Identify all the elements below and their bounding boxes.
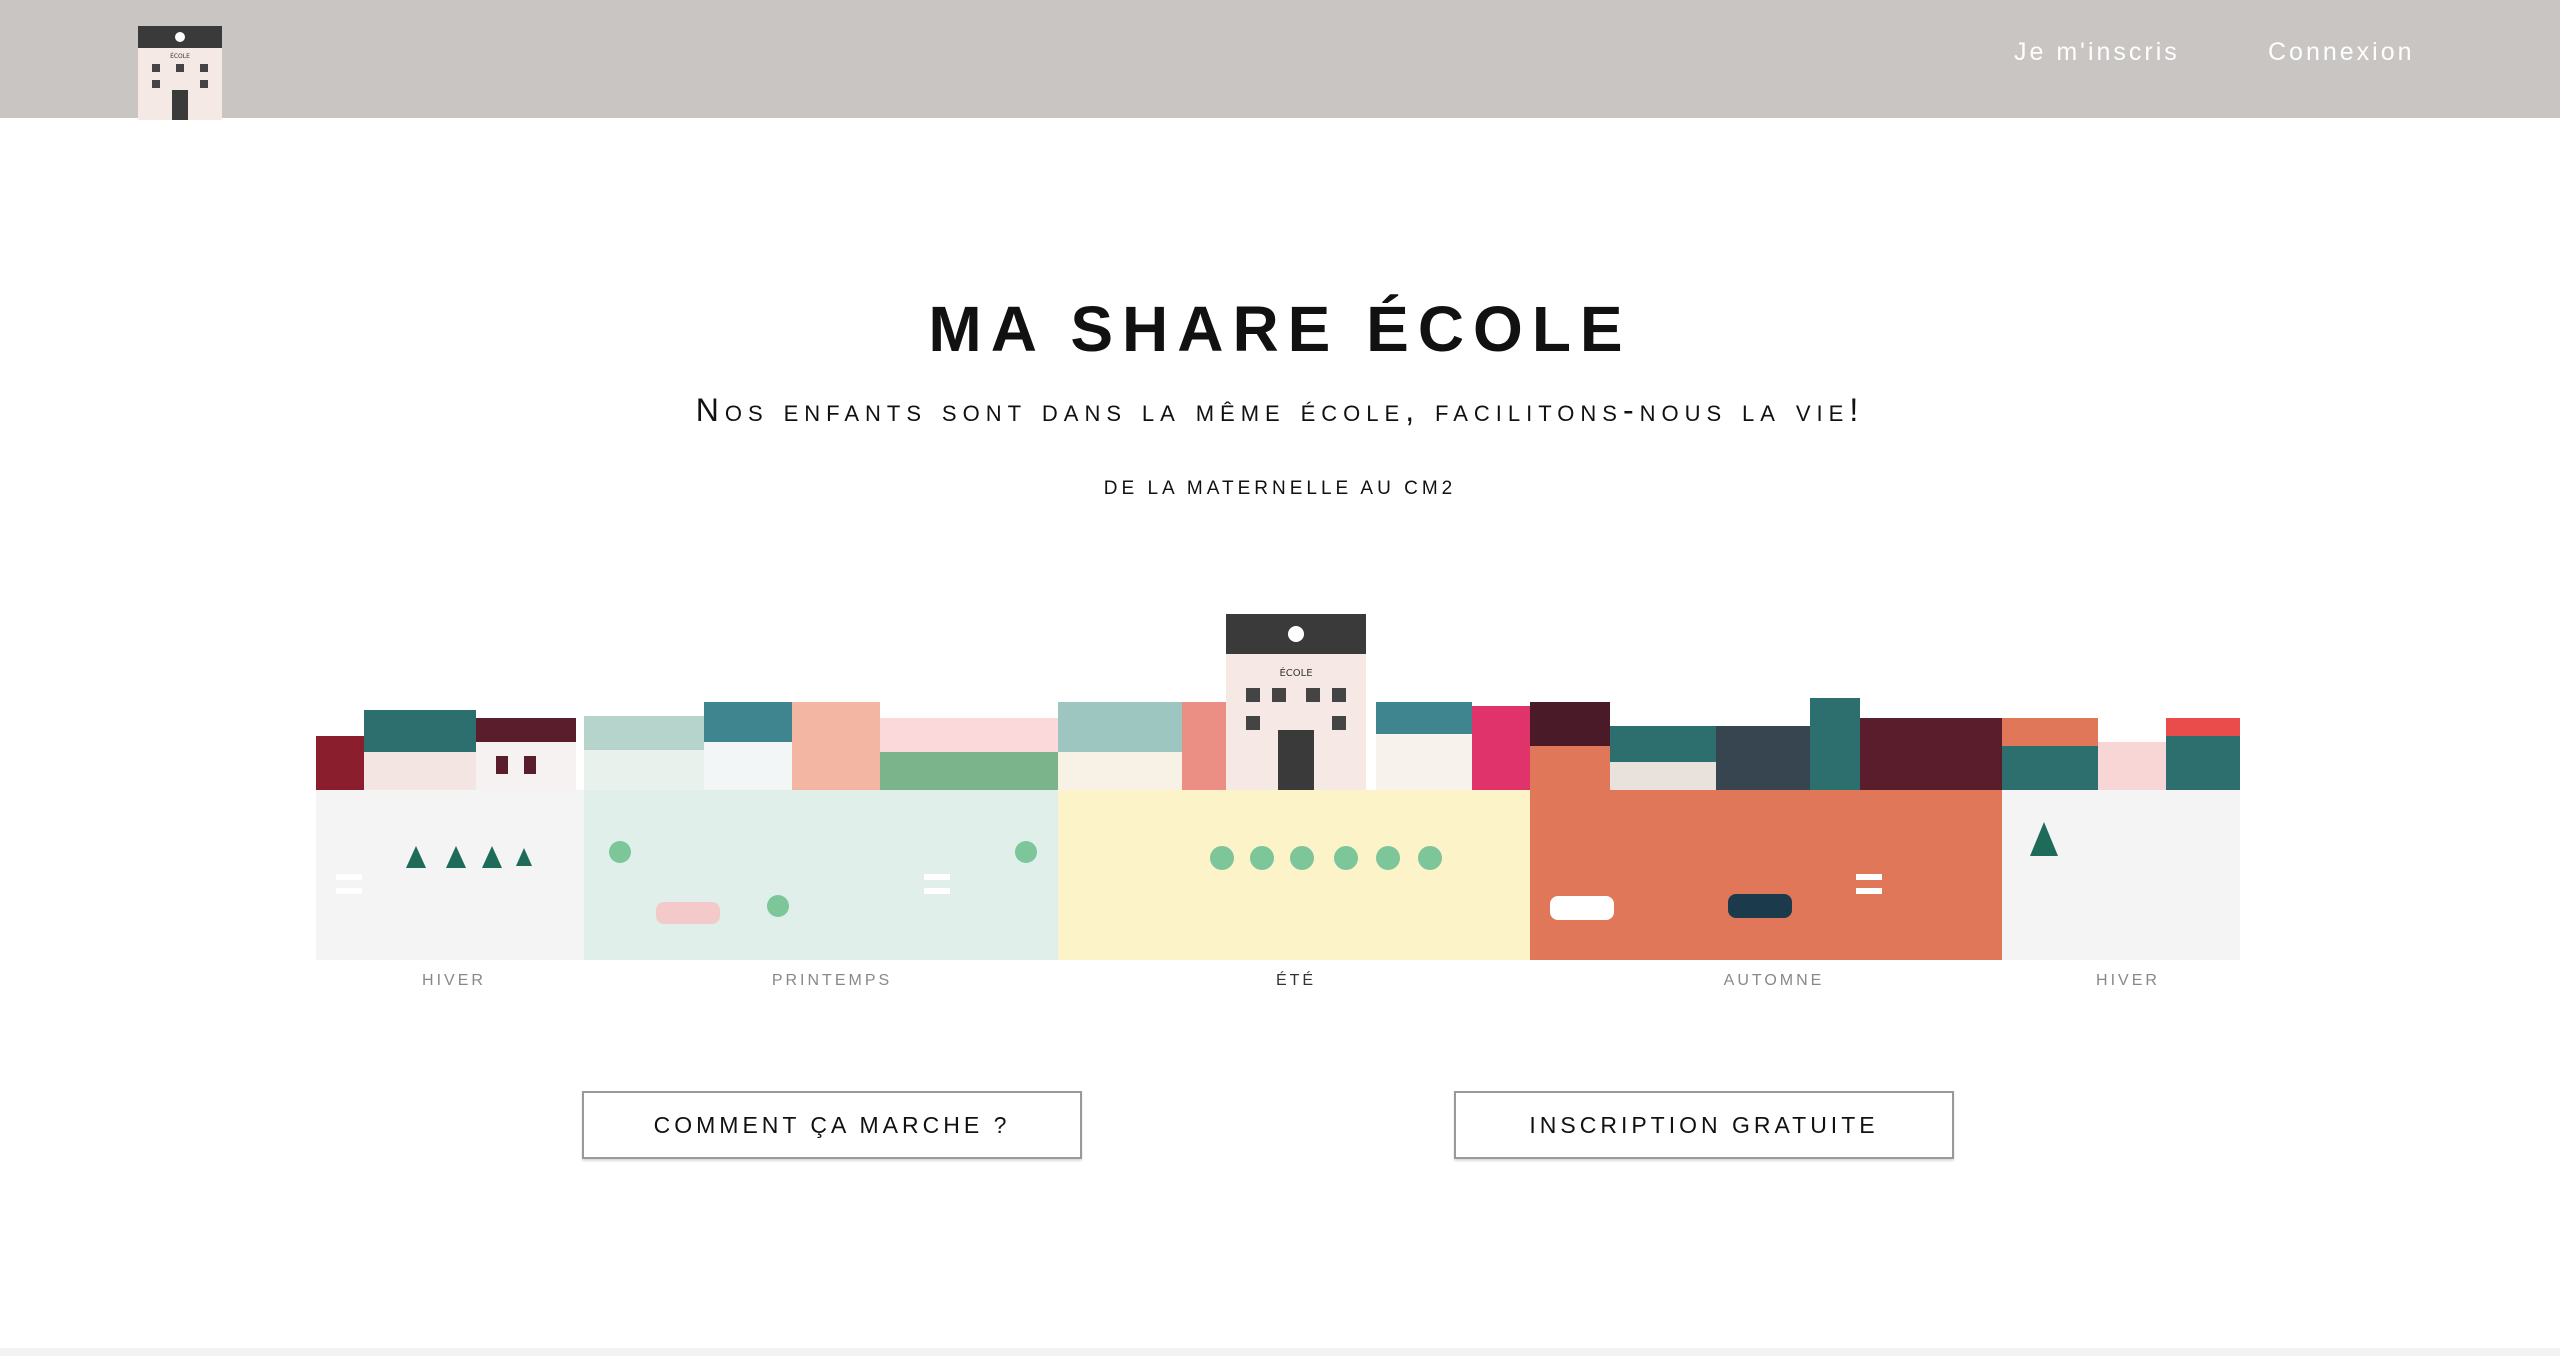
spring-buildings (584, 702, 1058, 790)
summer-buildings: ÉCOLE (1058, 614, 1530, 790)
free-signup-button[interactable]: INSCRIPTION GRATUITE (1454, 1091, 1954, 1159)
seasons-street-illustration: ÉCOLE (316, 614, 2240, 960)
how-it-works-button[interactable]: COMMENT ÇA MARCHE ? (582, 1091, 1082, 1159)
season-panel-spring (584, 790, 1058, 960)
season-panel-autumn (1530, 790, 2002, 960)
season-label-autumn: AUTOMNE (1723, 972, 1825, 989)
season-label-winter-2: HIVER (2096, 972, 2160, 989)
page-title: MA SHARE ÉCOLE (928, 293, 1632, 365)
page-subtitle: Nos enfants sont dans la même école, fac… (695, 392, 1865, 428)
season-label-summer: ÉTÉ (1275, 972, 1317, 989)
top-navbar: ÉCOLE Je m'inscris Connexion (0, 0, 2560, 120)
season-panel-summer (1058, 790, 1530, 960)
svg-text:ÉCOLE: ÉCOLE (170, 52, 190, 60)
winter-buildings (316, 710, 576, 790)
school-sign: ÉCOLE (1279, 666, 1312, 679)
season-label-winter: HIVER (422, 972, 486, 989)
nav-login-link[interactable]: Connexion (2268, 38, 2415, 67)
nav-signup-link[interactable]: Je m'inscris (2014, 38, 2180, 67)
school-building-icon[interactable]: ÉCOLE (136, 24, 224, 120)
season-panel-winter-2 (2002, 790, 2240, 960)
winter-2-buildings (2002, 718, 2240, 790)
season-label-spring: PRINTEMPS (771, 972, 893, 989)
autumn-buildings (1530, 698, 2002, 790)
footer-divider (0, 1348, 2560, 1356)
page-tagline: DE LA MATERNELLE AU CM2 (1103, 478, 1457, 499)
